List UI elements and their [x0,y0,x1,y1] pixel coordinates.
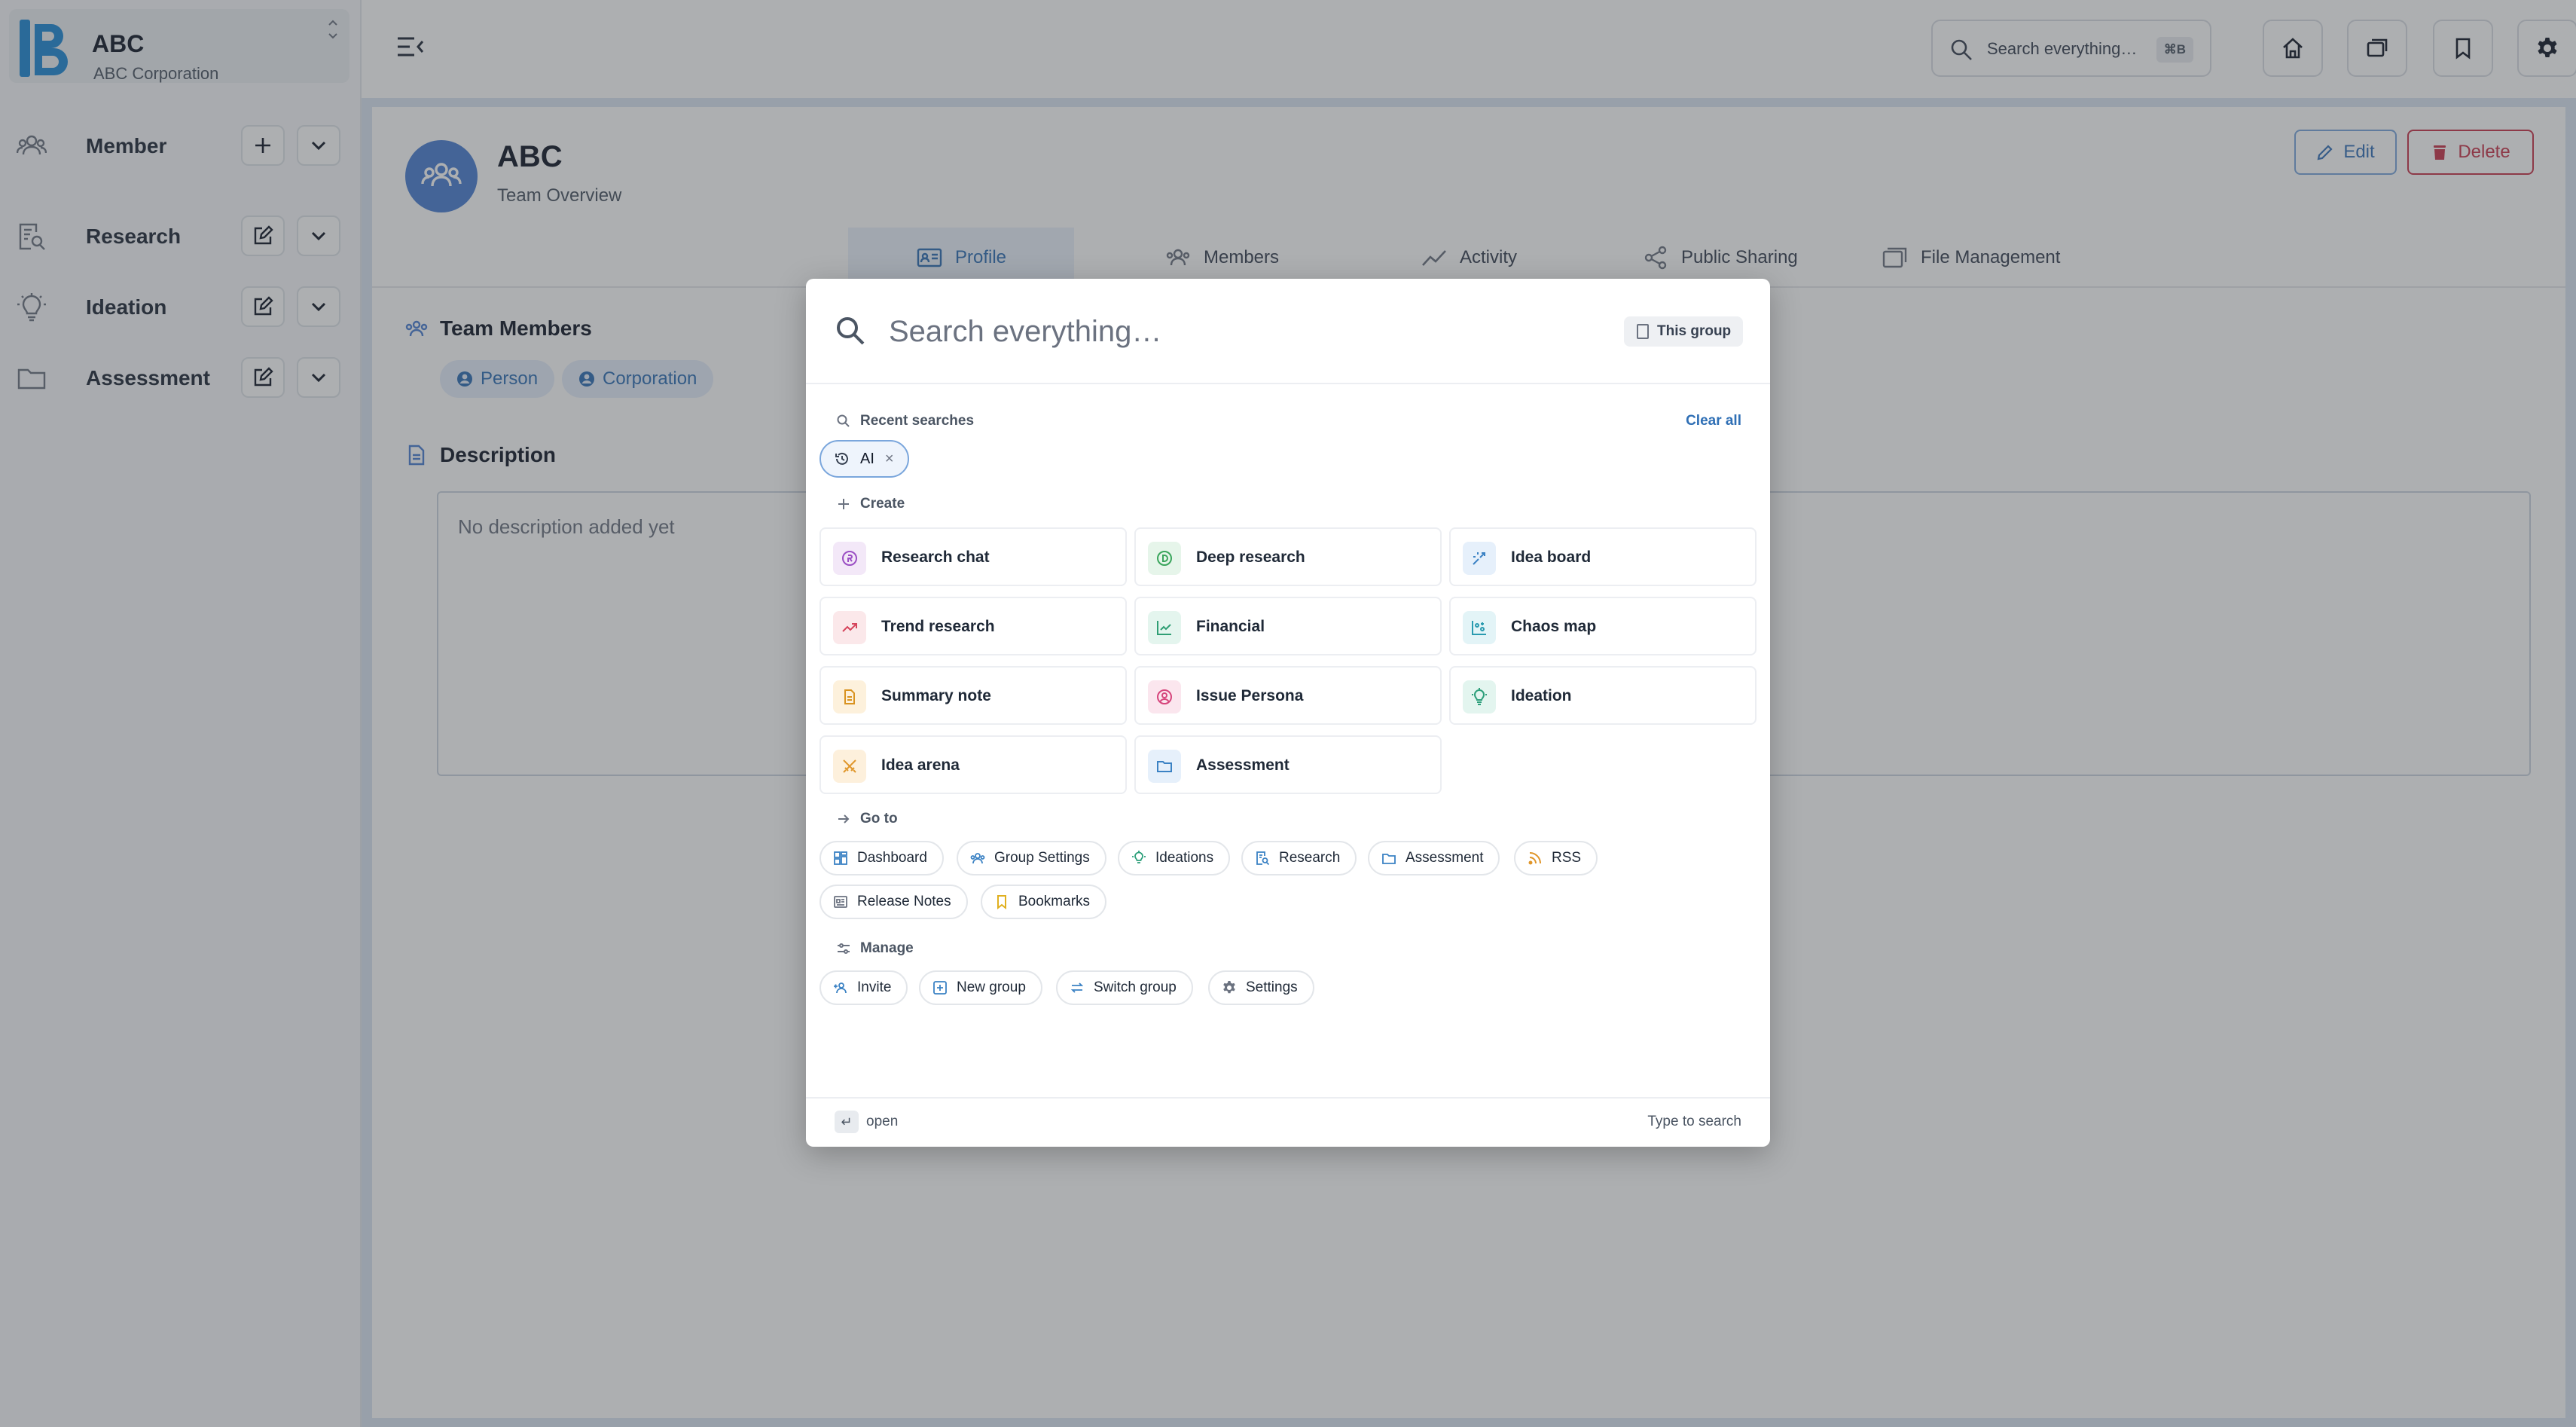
create-item-label: Financial [1196,618,1265,635]
create-item-label: Assessment [1196,756,1290,774]
goto-rss[interactable]: RSS [1514,841,1598,875]
switch-icon [1070,982,1084,993]
chaos-map-icon [1463,611,1496,644]
create-assessment[interactable]: Assessment [1134,735,1442,794]
idea-board-icon [1463,542,1496,575]
gear-icon [1223,981,1235,994]
create-item-label: Idea arena [881,756,960,774]
create-research-chat[interactable]: Research chat [819,527,1127,586]
financial-chart-icon [1148,611,1181,644]
bookmark-icon [997,895,1006,909]
command-palette: This group Recent searches Clear all AI … [806,279,1770,1147]
lightbulb-icon [1132,851,1146,863]
create-item-label: Idea board [1511,548,1592,566]
search-icon [837,414,850,427]
persona-icon [1148,680,1181,714]
group-icon [970,853,985,864]
sliders-icon [838,943,850,954]
rss-icon [1528,852,1541,865]
scope-filter[interactable]: This group [1624,316,1744,347]
create-item-label: Summary note [881,687,991,704]
plus-icon [838,499,849,509]
create-idea-board[interactable]: Idea board [1449,527,1757,586]
create-label: Create [836,496,905,512]
manage-invite[interactable]: Invite [819,970,908,1005]
open-hint: open [866,1114,899,1129]
new-group-icon [933,981,947,995]
goto-label: Go to [836,811,898,827]
create-summary-note[interactable]: Summary note [819,666,1127,725]
goto-assessment[interactable]: Assessment [1368,841,1500,875]
create-deep-research[interactable]: Deep research [1134,527,1442,586]
goto-dashboard[interactable]: Dashboard [819,841,944,875]
lightbulb-icon [1463,680,1496,714]
palette-footer: ↵ open Type to search [806,1097,1770,1147]
goto-release-notes[interactable]: Release Notes [819,885,968,919]
create-chaos-map[interactable]: Chaos map [1449,597,1757,655]
recent-search-chip[interactable]: AI × [819,440,909,478]
goto-group-settings[interactable]: Group Settings [957,841,1106,875]
manage-new-group[interactable]: New group [919,970,1042,1005]
building-icon [1637,324,1649,339]
create-item-label: Trend research [881,618,995,635]
create-idea-arena[interactable]: Idea arena [819,735,1127,794]
deep-research-icon [1148,542,1181,575]
research-chat-icon [833,542,866,575]
dashboard-icon [834,851,847,865]
manage-switch-group[interactable]: Switch group [1056,970,1193,1005]
recent-searches-label: Recent searches [836,413,974,429]
history-icon [835,452,848,465]
goto-research[interactable]: Research [1241,841,1357,875]
create-item-label: Chaos map [1511,618,1597,635]
invite-icon [834,982,847,994]
search-icon [837,317,865,345]
release-notes-icon [834,896,847,908]
manage-label: Manage [836,940,914,957]
swords-icon [833,750,866,783]
create-item-label: Issue Persona [1196,687,1304,704]
palette-search-bar: This group [806,279,1770,384]
goto-ideations[interactable]: Ideations [1118,841,1231,875]
trend-icon [833,611,866,644]
clear-all-link[interactable]: Clear all [1686,413,1741,429]
recent-search-label: AI [860,450,874,467]
create-financial[interactable]: Financial [1134,597,1442,655]
create-trend-research[interactable]: Trend research [819,597,1127,655]
palette-search-input[interactable] [889,309,1567,354]
create-item-label: Deep research [1196,548,1305,566]
scope-label: This group [1657,323,1732,339]
research-doc-icon [1256,851,1270,866]
summary-note-icon [833,680,866,714]
folder-icon [1382,854,1396,864]
arrow-right-icon [838,814,850,824]
create-issue-persona[interactable]: Issue Persona [1134,666,1442,725]
enter-key-icon: ↵ [835,1111,859,1133]
folder-icon [1148,750,1181,783]
goto-bookmarks[interactable]: Bookmarks [981,885,1107,919]
remove-icon[interactable]: × [885,451,894,468]
create-ideation[interactable]: Ideation [1449,666,1757,725]
manage-settings[interactable]: Settings [1208,970,1314,1005]
create-item-label: Research chat [881,548,990,566]
type-to-search-hint: Type to search [1647,1114,1741,1129]
create-item-label: Ideation [1511,687,1572,704]
